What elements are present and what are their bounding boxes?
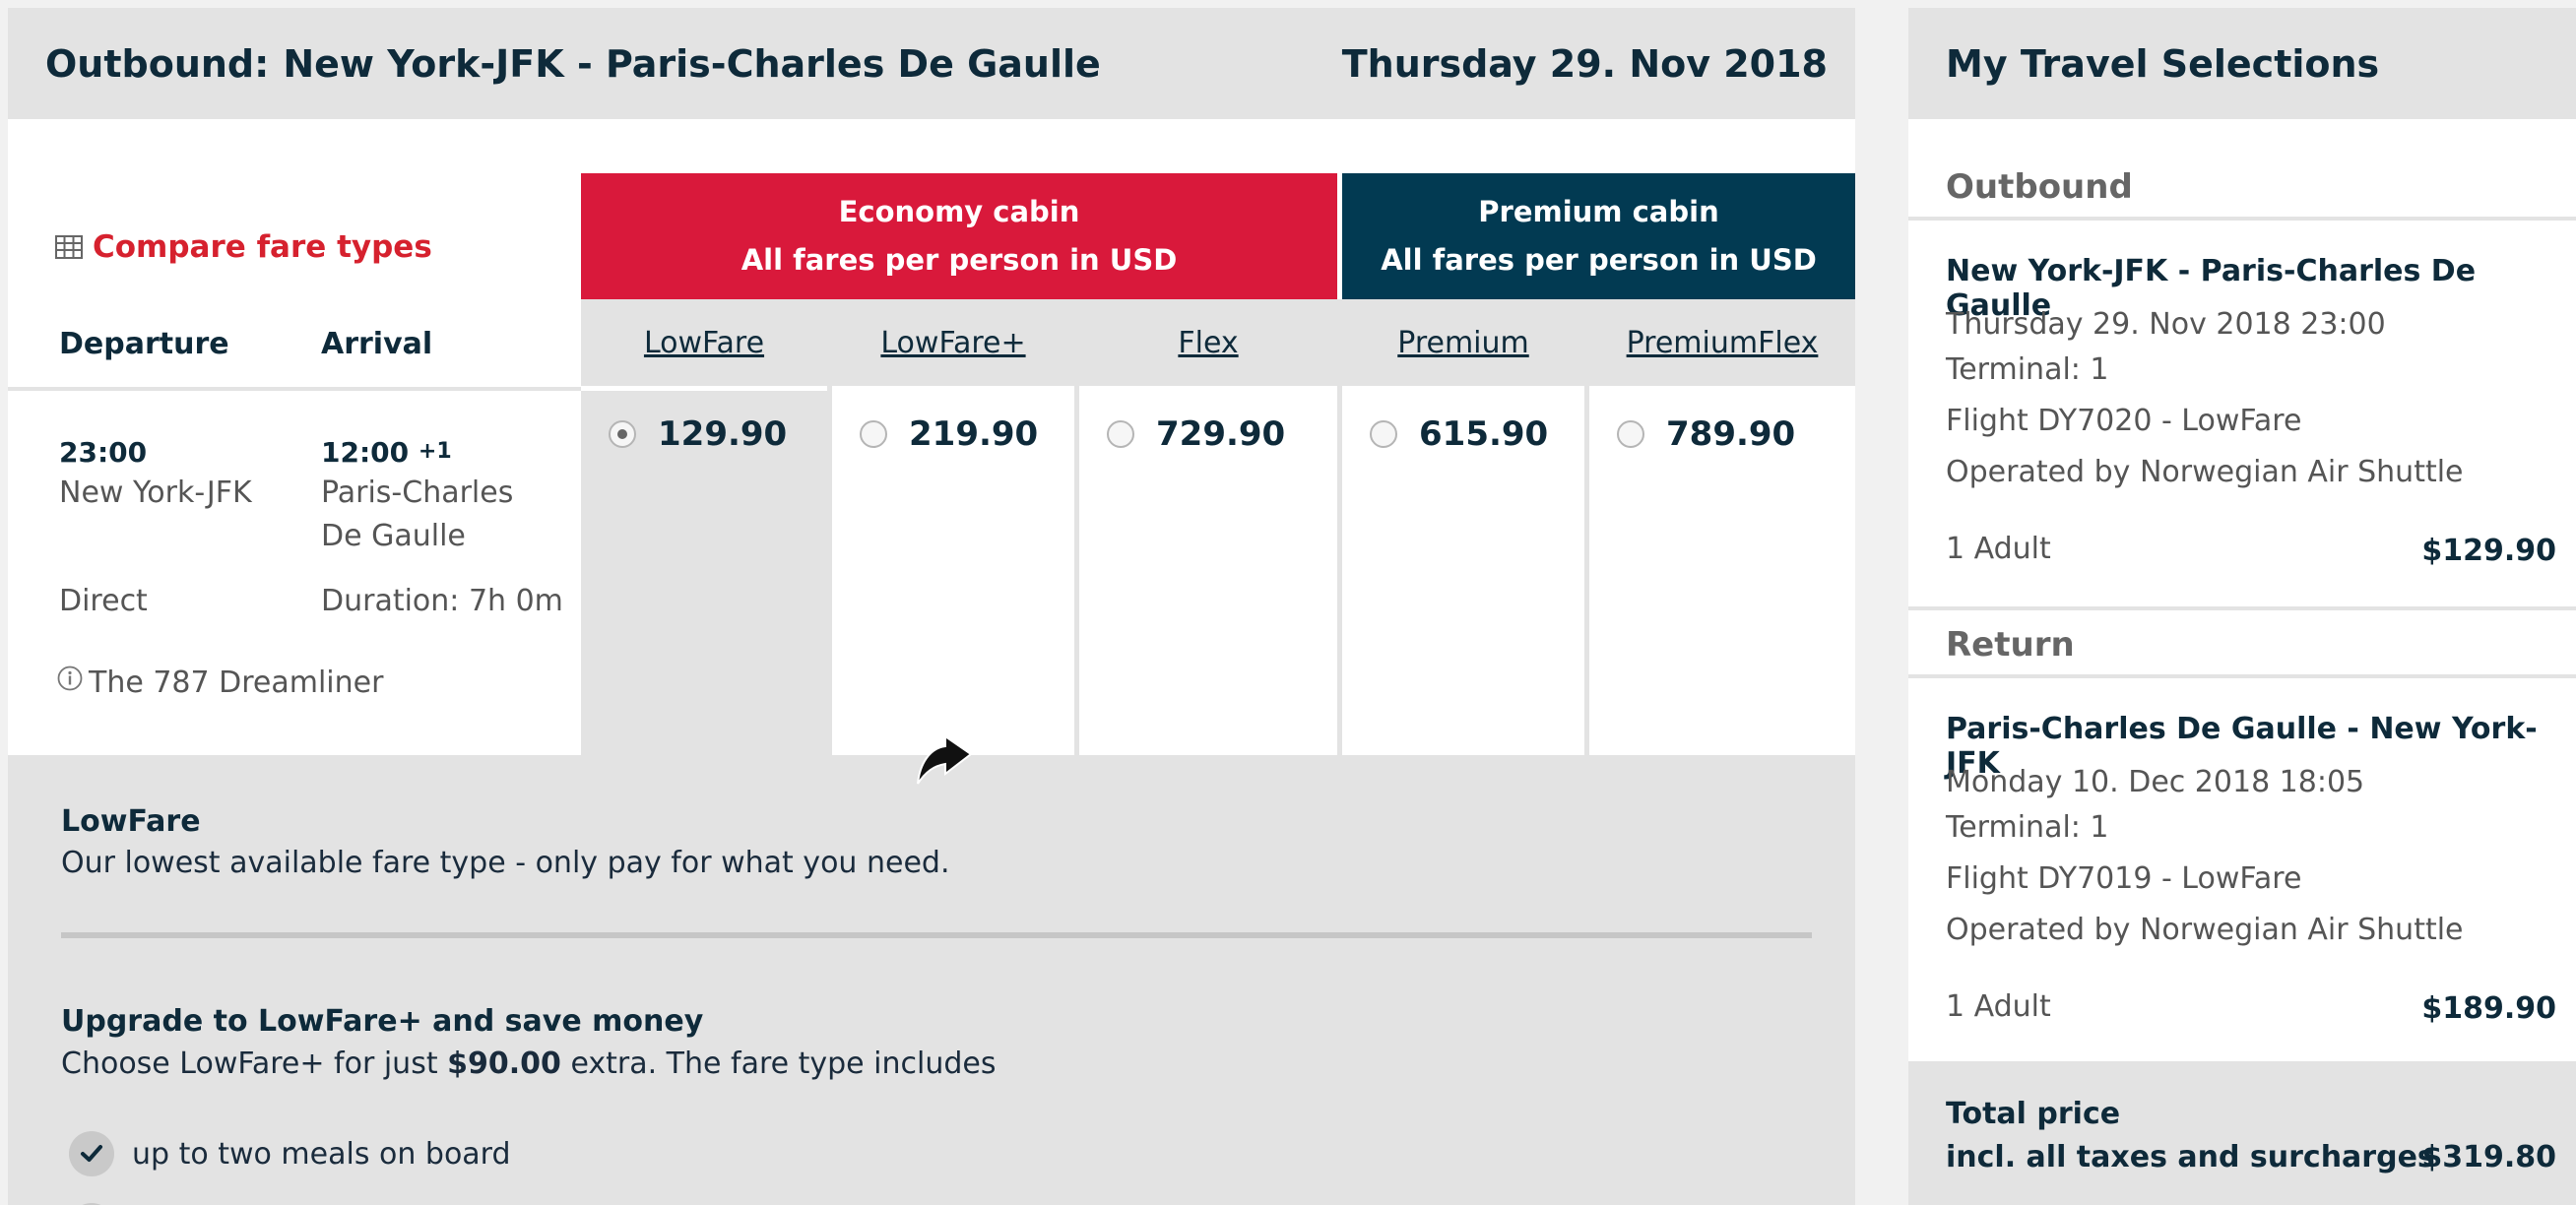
arrival-header: Arrival xyxy=(321,327,433,361)
travel-selections-panel: My Travel Selections Outbound New York-J… xyxy=(1908,8,2576,1205)
fare-option-premium[interactable]: 615.90 xyxy=(1342,391,1584,755)
total-price-amount: $319.80 xyxy=(2421,1140,2556,1174)
fare-header-flex: Flex xyxy=(1079,299,1337,386)
fare-column-divider xyxy=(1584,299,1589,755)
fare-option-lowfare-plus[interactable]: 219.90 xyxy=(832,391,1074,755)
selection-return-flight: Flight DY7019 - LowFare xyxy=(1946,861,2302,896)
details-divider xyxy=(61,932,1812,938)
arrival-time-wrap: 12:00 +1 xyxy=(321,436,452,469)
travel-selections-title: My Travel Selections xyxy=(1908,8,2576,119)
fare-option-flex[interactable]: 729.90 xyxy=(1079,391,1337,755)
fare-header-premium: Premium xyxy=(1342,299,1584,386)
selection-return-operator: Operated by Norwegian Air Shuttle xyxy=(1946,913,2464,947)
selection-return-amount: $189.90 xyxy=(2421,991,2556,1026)
outbound-title: Outbound: New York-JFK - Paris-Charles De… xyxy=(45,42,1115,86)
total-price-box: Total price incl. all taxes and surcharg… xyxy=(1908,1061,2576,1205)
selection-return-datetime: Monday 10. Dec 2018 18:05 xyxy=(1946,765,2365,799)
upgrade-suffix: extra. The fare type includes xyxy=(560,1046,997,1081)
fare-link-flex[interactable]: Flex xyxy=(1178,326,1238,360)
selection-return-terminal: Terminal: 1 xyxy=(1946,810,2109,845)
stops-info: Direct xyxy=(59,584,148,618)
arrival-day-offset: +1 xyxy=(418,439,452,464)
fare-option-premiumflex[interactable]: 789.90 xyxy=(1589,391,1855,755)
compare-fare-types-link[interactable]: Compare fare types xyxy=(55,229,432,265)
fare-radio-premium[interactable] xyxy=(1370,420,1397,448)
selection-outbound-flight: Flight DY7020 - LowFare xyxy=(1946,404,2302,438)
arrival-place-line1: Paris-Charles xyxy=(321,476,514,510)
aircraft-info[interactable]: The 787 Dreamliner xyxy=(57,666,383,700)
selection-return-title: Return xyxy=(1946,625,2075,665)
selection-outbound-datetime: Thursday 29. Nov 2018 23:00 xyxy=(1946,307,2386,342)
total-price-note: incl. all taxes and surcharges xyxy=(1946,1140,2435,1174)
flight-info-divider xyxy=(8,387,581,391)
upgrade-prefix: Choose LowFare+ for just xyxy=(61,1046,448,1081)
upgrade-title: Upgrade to LowFare+ and save money xyxy=(61,1004,704,1039)
departure-header: Departure xyxy=(59,327,229,361)
fare-radio-premiumflex[interactable] xyxy=(1617,420,1644,448)
fare-details-description: Our lowest available fare type - only pa… xyxy=(61,846,950,880)
economy-cabin-title: Economy cabin xyxy=(838,195,1080,228)
fare-link-premium[interactable]: Premium xyxy=(1397,326,1529,360)
departure-time: 23:00 xyxy=(59,436,148,469)
upgrade-description: Choose LowFare+ for just $90.00 extra. T… xyxy=(61,1046,997,1081)
benefit-item: up to two meals on board xyxy=(69,1131,511,1176)
info-icon xyxy=(57,666,83,690)
outbound-panel: Outbound: New York-JFK - Paris-Charles De… xyxy=(8,8,1855,1205)
selection-outbound-operator: Operated by Norwegian Air Shuttle xyxy=(1946,455,2464,489)
fare-price-lowfare-plus: 219.90 xyxy=(909,414,1039,454)
fare-details: LowFare Our lowest available fare type -… xyxy=(8,755,1855,1205)
total-price-label: Total price xyxy=(1946,1097,2121,1131)
premium-cabin-title: Premium cabin xyxy=(1478,195,1719,228)
arrival-place-line2: De Gaulle xyxy=(321,519,466,553)
economy-cabin-note: All fares per person in USD xyxy=(741,243,1178,277)
section-divider xyxy=(1908,217,2576,221)
selection-outbound-pax: 1 Adult xyxy=(1946,532,2051,566)
economy-cabin-header: Economy cabin All fares per person in US… xyxy=(581,173,1337,299)
fare-table: Compare fare types Departure Arrival 23:… xyxy=(8,119,1855,755)
departure-place: New York-JFK xyxy=(59,476,252,510)
selection-outbound-amount: $129.90 xyxy=(2421,534,2556,568)
fare-details-title: LowFare xyxy=(61,804,201,839)
fare-header-lowfare-plus: LowFare+ xyxy=(832,299,1074,386)
fare-header-lowfare: LowFare xyxy=(581,299,827,386)
fare-column-divider xyxy=(1074,299,1079,755)
fare-price-premium: 615.90 xyxy=(1419,414,1549,454)
outbound-date: Thursday 29. Nov 2018 xyxy=(1341,41,1828,86)
section-divider xyxy=(1908,674,2576,678)
outbound-route: New York-JFK - Paris-Charles De Gaulle xyxy=(283,41,1101,86)
arrival-time: 12:00 xyxy=(321,436,410,469)
fare-header-premiumflex: PremiumFlex xyxy=(1589,299,1855,386)
checkmark-icon xyxy=(69,1131,114,1176)
selection-outbound-title: Outbound xyxy=(1946,167,2133,207)
benefit-label: up to two meals on board xyxy=(132,1136,511,1172)
fare-column-divider xyxy=(827,299,832,755)
section-divider xyxy=(1908,606,2576,610)
selection-outbound-terminal: Terminal: 1 xyxy=(1946,352,2109,387)
fare-link-lowfare-plus[interactable]: LowFare+ xyxy=(880,326,1025,360)
fare-link-lowfare[interactable]: LowFare xyxy=(644,326,764,360)
upgrade-amount: $90.00 xyxy=(447,1046,561,1081)
fare-price-premiumflex: 789.90 xyxy=(1666,414,1796,454)
premium-cabin-header: Premium cabin All fares per person in US… xyxy=(1342,173,1855,299)
fare-radio-lowfare[interactable] xyxy=(609,420,636,448)
compare-fare-types-label: Compare fare types xyxy=(93,229,432,265)
fare-radio-flex[interactable] xyxy=(1107,420,1134,448)
outbound-label: Outbound: xyxy=(45,41,270,86)
fare-option-lowfare[interactable]: 129.90 xyxy=(581,391,827,755)
fare-price-flex: 729.90 xyxy=(1156,414,1286,454)
duration-info: Duration: 7h 0m xyxy=(321,584,563,618)
fare-price-lowfare: 129.90 xyxy=(658,414,788,454)
fare-radio-lowfare-plus[interactable] xyxy=(860,420,887,448)
outbound-header: Outbound: New York-JFK - Paris-Charles De… xyxy=(8,8,1855,119)
premium-cabin-note: All fares per person in USD xyxy=(1381,243,1817,277)
aircraft-label: The 787 Dreamliner xyxy=(89,666,384,700)
fare-column-divider xyxy=(1337,299,1342,755)
selection-return-pax: 1 Adult xyxy=(1946,989,2051,1024)
fare-link-premiumflex[interactable]: PremiumFlex xyxy=(1627,326,1819,360)
table-grid-icon xyxy=(55,235,83,259)
